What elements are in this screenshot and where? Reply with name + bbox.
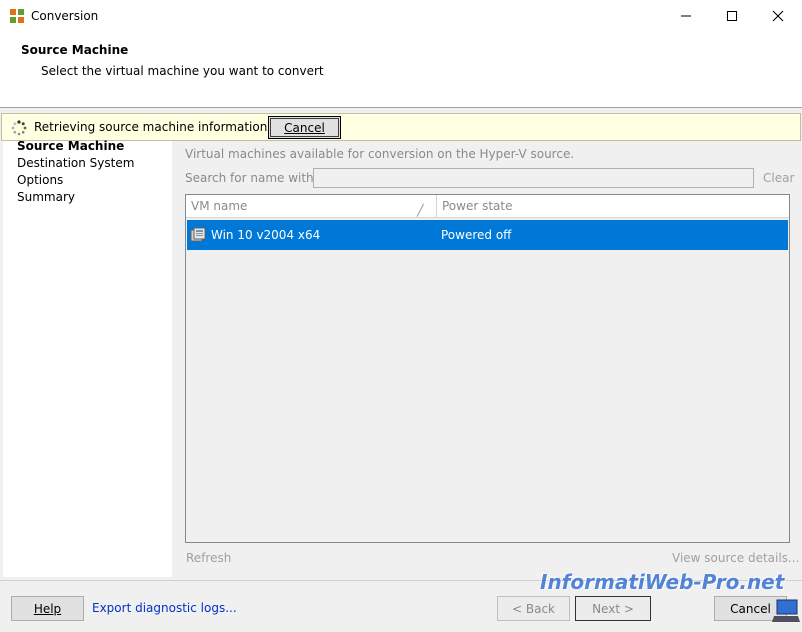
view-source-details-link[interactable]: View source details... — [672, 551, 799, 565]
column-header-vm-name-label: VM name — [191, 199, 248, 213]
cancel-retrieval-button[interactable]: Cancel — [268, 116, 341, 139]
export-diagnostic-logs-link[interactable]: Export diagnostic logs... — [92, 601, 237, 615]
maximize-icon — [727, 10, 737, 21]
sort-icon: ╱ — [417, 204, 424, 217]
power-state-cell: Powered off — [441, 228, 512, 242]
step-source-machine[interactable]: Source Machine — [17, 139, 124, 153]
vm-name-cell: Win 10 v2004 x64 — [211, 228, 321, 242]
status-message: Retrieving source machine information... — [34, 120, 279, 134]
wizard-header: Source Machine Select the virtual machin… — [0, 31, 802, 108]
next-button[interactable]: Next > — [575, 596, 651, 621]
page-title: Source Machine — [21, 43, 129, 57]
step-options[interactable]: Options — [17, 173, 63, 187]
vm-icon — [190, 227, 207, 243]
laptop-logo-icon — [772, 598, 800, 624]
help-button-label: Help — [33, 601, 62, 616]
title-bar: Conversion — [0, 0, 802, 31]
clear-link[interactable]: Clear — [763, 171, 794, 185]
table-header: VM name ╱ Power state — [186, 195, 789, 218]
search-input[interactable] — [313, 168, 754, 188]
status-infobar: Retrieving source machine information...… — [1, 113, 801, 141]
search-label: Search for name with: — [185, 171, 318, 185]
column-header-power-state[interactable]: Power state — [437, 195, 787, 218]
step-destination-system[interactable]: Destination System — [17, 156, 134, 170]
window-title: Conversion — [31, 9, 99, 23]
wizard-steps-sidebar: Source Machine Destination System Option… — [3, 139, 172, 577]
minimize-button[interactable] — [663, 0, 709, 31]
watermark-text: InformatiWeb-Pro.net — [540, 570, 785, 594]
help-button[interactable]: Help — [11, 596, 84, 621]
refresh-link[interactable]: Refresh — [186, 551, 231, 565]
cancel-retrieval-label: Cancel — [284, 120, 325, 135]
table-row[interactable]: Win 10 v2004 x64 Powered off — [187, 220, 788, 250]
close-button[interactable] — [755, 0, 801, 31]
step-summary[interactable]: Summary — [17, 190, 75, 204]
close-icon — [772, 10, 784, 21]
back-button[interactable]: < Back — [497, 596, 570, 621]
available-vms-label: Virtual machines available for conversio… — [185, 147, 575, 161]
main-panel: Virtual machines available for conversio… — [172, 141, 802, 577]
minimize-icon — [681, 15, 691, 16]
converter-app-icon — [9, 8, 25, 24]
page-subtitle: Select the virtual machine you want to c… — [41, 64, 324, 78]
vm-table: VM name ╱ Power state Win 10 v2004 x64 P… — [185, 194, 790, 543]
maximize-button[interactable] — [709, 0, 755, 31]
loading-spinner-icon — [11, 120, 27, 136]
column-header-vm-name[interactable]: VM name ╱ — [186, 195, 437, 218]
